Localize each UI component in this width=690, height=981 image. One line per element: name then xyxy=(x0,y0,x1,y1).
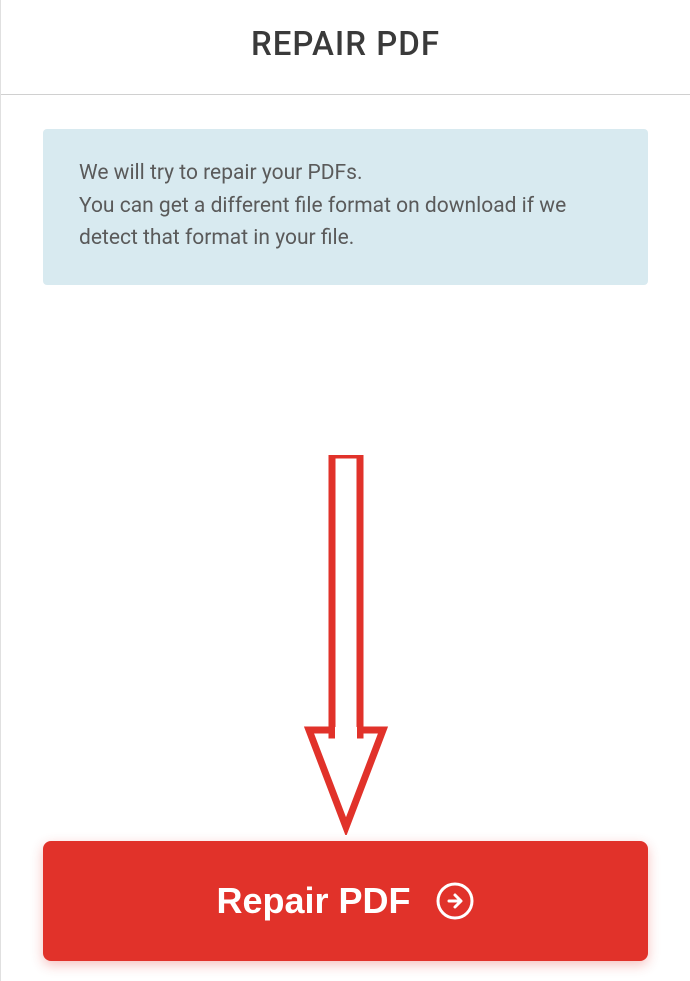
info-line-1: We will try to repair your PDFs. xyxy=(79,161,363,185)
info-line-2: You can get a different file format on d… xyxy=(79,194,566,251)
info-text: We will try to repair your PDFs. You can… xyxy=(79,157,618,255)
page-title: REPAIR PDF xyxy=(1,25,690,64)
arrow-annotation-icon xyxy=(301,455,391,839)
repair-pdf-button[interactable]: Repair PDF xyxy=(43,841,648,961)
repair-button-label: Repair PDF xyxy=(216,880,410,922)
page-header: REPAIR PDF xyxy=(1,0,690,95)
arrow-right-circle-icon xyxy=(435,881,475,921)
info-panel: We will try to repair your PDFs. You can… xyxy=(43,129,648,285)
